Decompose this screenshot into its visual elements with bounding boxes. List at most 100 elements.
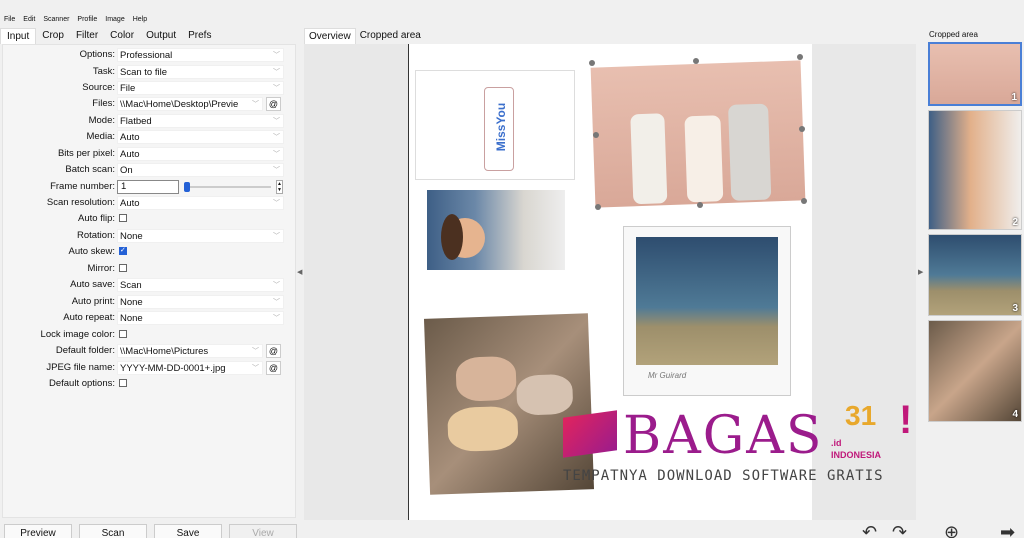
thumbnail-2[interactable]: 2 (928, 110, 1022, 230)
autorepeat-select[interactable]: None ﹀ (117, 311, 284, 325)
polaroid-caption: Mr Guirard (648, 371, 687, 380)
folder-macro-button[interactable]: @ (266, 344, 281, 358)
autoflip-checkbox[interactable] (119, 214, 127, 222)
collapse-left-icon[interactable]: ◀ (297, 268, 302, 276)
tab-input[interactable]: Input (0, 28, 37, 44)
missyou-text: MissYou (494, 102, 508, 152)
crop-handle[interactable] (797, 54, 803, 60)
media-select[interactable]: Auto ﹀ (117, 130, 284, 144)
crop-handle[interactable] (593, 132, 599, 138)
rotate-right-icon[interactable]: ↷ (892, 522, 907, 538)
frame-number-input[interactable]: 1 (117, 180, 179, 194)
folder-select[interactable]: \\Mac\Home\Pictures ﹀ (117, 344, 263, 358)
rotate-left-icon[interactable]: ↶ (862, 522, 877, 538)
resolution-row: Scan resolution: Auto ﹀ (3, 196, 297, 210)
rotation-select[interactable]: None ﹀ (117, 229, 284, 243)
tab-color[interactable]: Color (104, 28, 140, 44)
next-arrow-icon[interactable]: ➡ (1000, 522, 1015, 538)
chevron-down-icon: ﹀ (273, 69, 280, 76)
jpeg-label: JPEG file name: (46, 362, 115, 373)
menu-image[interactable]: Image (105, 14, 124, 26)
rotation-row: Rotation: None ﹀ (3, 229, 297, 243)
autoprint-label: Auto print: (71, 296, 115, 307)
tab-filter[interactable]: Filter (70, 28, 104, 44)
crop-handle[interactable] (589, 60, 595, 66)
task-select[interactable]: Scan to file ﹀ (117, 65, 284, 79)
crop-handle[interactable] (801, 198, 807, 204)
defaultopts-label: Default options: (48, 378, 115, 389)
jpeg-select[interactable]: YYYY-MM-DD-0001+.jpg ﹀ (117, 361, 263, 375)
thumbnail-number: 1 (1011, 92, 1017, 103)
mode-select[interactable]: Flatbed ﹀ (117, 114, 284, 128)
files-macro-button[interactable]: @ (266, 97, 281, 111)
bits-select[interactable]: Auto ﹀ (117, 147, 284, 161)
menu-profile[interactable]: Profile (77, 14, 97, 26)
rotation-value: None (120, 231, 143, 242)
autoskew-label: Auto skew: (68, 246, 115, 257)
files-row: Files: \\Mac\Home\Desktop\Previe ﹀ @ (3, 97, 297, 111)
chevron-down-icon: ﹀ (273, 315, 280, 322)
tab-overview[interactable]: Overview (304, 28, 356, 44)
lockcolor-label: Lock image color: (40, 329, 115, 340)
mirror-label: Mirror: (87, 263, 115, 274)
resolution-label: Scan resolution: (46, 197, 115, 208)
watermark: BAGAS 31 ! .id INDONESIA TEMPATNYA DOWNL… (563, 398, 923, 498)
exclamation-icon: ! (899, 398, 913, 442)
jpeg-macro-button[interactable]: @ (266, 361, 281, 375)
chevron-down-icon: ﹀ (273, 134, 280, 141)
tab-crop[interactable]: Crop (36, 28, 70, 44)
view-button[interactable]: View (229, 524, 297, 538)
tab-prefs[interactable]: Prefs (182, 28, 217, 44)
autoprint-row: Auto print: None ﹀ (3, 295, 297, 309)
chevron-down-icon: ﹀ (252, 348, 259, 355)
frame-spin-button[interactable]: ▲ ▼ (276, 180, 283, 194)
preview-button[interactable]: Preview (4, 524, 72, 538)
zoom-icon[interactable]: ⊕ (944, 522, 959, 538)
crop-handle[interactable] (595, 204, 601, 210)
frame-slider-track[interactable] (185, 186, 271, 188)
bits-row: Bits per pixel: Auto ﹀ (3, 147, 297, 161)
menu-file[interactable]: File (4, 14, 15, 26)
task-label: Task: (92, 66, 115, 77)
crop-handle[interactable] (693, 58, 699, 64)
mirror-checkbox[interactable] (119, 264, 127, 272)
files-select[interactable]: \\Mac\Home\Desktop\Previe ﹀ (117, 97, 263, 111)
watermark-tagline: TEMPATNYA DOWNLOAD SOFTWARE GRATIS (563, 468, 884, 484)
defaultopts-row: Default options: (3, 377, 297, 391)
batch-select[interactable]: On ﹀ (117, 163, 284, 177)
autoskew-checkbox[interactable] (119, 246, 127, 255)
menu-edit[interactable]: Edit (23, 14, 35, 26)
thumbnail-4[interactable]: 4 (928, 320, 1022, 422)
autoskew-row: Auto skew: (3, 245, 297, 259)
lockcolor-checkbox[interactable] (119, 330, 127, 338)
files-value: \\Mac\Home\Desktop\Previe (120, 99, 239, 110)
collapse-right-icon[interactable]: ▶ (918, 268, 923, 276)
watermark-brand: BAGAS (623, 406, 824, 466)
menu-scanner[interactable]: Scanner (43, 14, 69, 26)
crop-handle[interactable] (697, 202, 703, 208)
menu-help[interactable]: Help (133, 14, 147, 26)
options-label: Options: (79, 49, 115, 60)
crop-handle[interactable] (799, 126, 805, 132)
tab-output[interactable]: Output (140, 28, 182, 44)
save-button[interactable]: Save (154, 524, 222, 538)
left-tabs: Input Crop Filter Color Output Prefs (0, 28, 217, 44)
resolution-select[interactable]: Auto ﹀ (117, 196, 284, 210)
defaultopts-checkbox[interactable] (119, 379, 127, 387)
tab-cropped-area[interactable]: Cropped area (356, 28, 425, 44)
frame-slider-handle[interactable] (184, 182, 190, 192)
person-2 (684, 115, 724, 203)
autoprint-value: None (120, 297, 143, 308)
options-row: Options: Professional ﹀ (3, 48, 297, 62)
autosave-select[interactable]: Scan ﹀ (117, 278, 284, 292)
source-select[interactable]: File ﹀ (117, 81, 284, 95)
scan-button[interactable]: Scan (79, 524, 147, 538)
options-select[interactable]: Professional ﹀ (117, 48, 284, 62)
media-label: Media: (86, 131, 115, 142)
thumbnail-1[interactable]: 1 (928, 42, 1022, 106)
batch-row: Batch scan: On ﹀ (3, 163, 297, 177)
thumbnail-3[interactable]: 3 (928, 234, 1022, 316)
menu-bar: File Edit Scanner Profile Image Help (0, 14, 147, 26)
autoprint-select[interactable]: None ﹀ (117, 295, 284, 309)
person-3 (728, 103, 772, 201)
